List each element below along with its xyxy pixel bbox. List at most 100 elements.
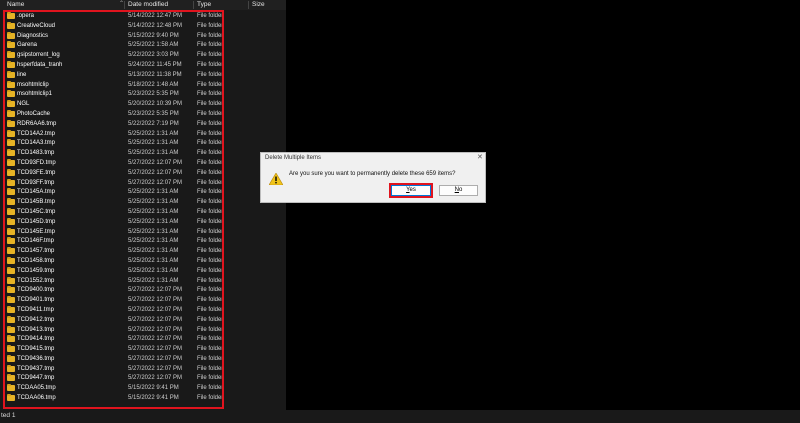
- status-text: ted 1: [1, 412, 16, 419]
- file-type: File folder: [197, 189, 224, 196]
- file-row[interactable]: PhotoCache 5/23/2022 5:35 PM File folder: [0, 109, 286, 119]
- file-type: File folder: [197, 336, 224, 343]
- file-type: File folder: [197, 257, 224, 264]
- file-row[interactable]: TCD9437.tmp 5/27/2022 12:07 PM File folder: [0, 364, 286, 374]
- folder-icon: [7, 188, 15, 196]
- file-row[interactable]: TCD93FF.tmp 5/27/2022 12:07 PM File folder: [0, 178, 286, 188]
- file-type: File folder: [197, 277, 224, 284]
- dialog-message: Are you sure you want to permanently del…: [289, 171, 456, 177]
- file-name: TCD9413.tmp: [17, 326, 55, 333]
- file-row[interactable]: Garena 5/25/2022 1:58 AM File folder: [0, 40, 286, 50]
- file-row[interactable]: TCD9415.tmp 5/27/2022 12:07 PM File folder: [0, 344, 286, 354]
- file-row[interactable]: TCD9401.tmp 5/27/2022 12:07 PM File folder: [0, 295, 286, 305]
- file-row[interactable]: gsipstorrent_log 5/22/2022 3:03 PM File fo…: [0, 50, 286, 60]
- file-row[interactable]: TCD145E.tmp 5/25/2022 1:31 AM File folder: [0, 227, 286, 237]
- file-type: File folder: [197, 375, 224, 382]
- file-name: TCD9436.tmp: [17, 355, 55, 362]
- file-name: NGL: [17, 101, 30, 108]
- yes-button[interactable]: Yes: [391, 185, 431, 196]
- column-divider[interactable]: [124, 1, 125, 9]
- file-row[interactable]: TCDAA06.tmp 5/15/2022 9:41 PM File folder: [0, 393, 286, 403]
- column-size-header[interactable]: Size: [252, 1, 265, 9]
- file-name: TCD146F.tmp: [17, 238, 55, 245]
- folder-icon: [7, 41, 15, 49]
- file-name: TCD93FD.tmp: [17, 159, 56, 166]
- yes-label: es: [409, 187, 416, 193]
- file-row[interactable]: TCD1458.tmp 5/25/2022 1:31 AM File folder: [0, 256, 286, 266]
- file-row[interactable]: TCD93FE.tmp 5/27/2022 12:07 PM File folder: [0, 168, 286, 178]
- file-row[interactable]: TCD1457.tmp 5/25/2022 1:31 AM File folder: [0, 246, 286, 256]
- file-name: TCD14A2.tmp: [17, 130, 56, 137]
- folder-icon: [7, 100, 15, 108]
- file-type: File folder: [197, 32, 224, 39]
- file-row[interactable]: TCD9436.tmp 5/27/2022 12:07 PM File folder: [0, 354, 286, 364]
- file-date: 5/25/2022 1:31 AM: [128, 267, 179, 274]
- file-row[interactable]: TCD1483.tmp 5/25/2022 1:31 AM File folder: [0, 148, 286, 158]
- column-type-header[interactable]: Type: [197, 1, 211, 9]
- file-row[interactable]: TCD14A2.tmp 5/25/2022 1:31 AM File folder: [0, 129, 286, 139]
- file-name: TCD145C.tmp: [17, 208, 56, 215]
- file-row[interactable]: TCD1552.tmp 5/25/2022 1:31 AM File folder: [0, 276, 286, 286]
- file-type: File folder: [197, 101, 224, 108]
- folder-icon: [7, 129, 15, 137]
- file-type: File folder: [197, 120, 224, 127]
- file-row[interactable]: TCD145C.tmp 5/25/2022 1:31 AM File folder: [0, 207, 286, 217]
- file-row[interactable]: TCD145A.tmp 5/25/2022 1:31 AM File folder: [0, 187, 286, 197]
- folder-icon: [7, 325, 15, 333]
- file-type: File folder: [197, 365, 224, 372]
- status-bar: ted 1: [0, 410, 800, 423]
- folder-icon: [7, 237, 15, 245]
- file-row[interactable]: TCD145B.tmp 5/25/2022 1:31 AM File folder: [0, 197, 286, 207]
- close-icon[interactable]: ✕: [477, 154, 483, 161]
- file-row[interactable]: TCD9411.tmp 5/27/2022 12:07 PM File folder: [0, 305, 286, 315]
- file-type: File folder: [197, 316, 224, 323]
- folder-icon: [7, 266, 15, 274]
- file-date: 5/25/2022 1:31 AM: [128, 228, 179, 235]
- file-type: File folder: [197, 91, 224, 98]
- file-row[interactable]: TCD9412.tmp 5/27/2022 12:07 PM File folder: [0, 315, 286, 325]
- file-date: 5/15/2022 9:41 PM: [128, 395, 179, 402]
- file-row[interactable]: TCD9400.tmp 5/27/2022 12:07 PM File folder: [0, 285, 286, 295]
- file-type: File folder: [197, 385, 224, 392]
- file-row[interactable]: CreativeCloud 5/14/2022 12:48 PM File fold…: [0, 21, 286, 31]
- file-name: msohtmlclip: [17, 81, 49, 88]
- file-row[interactable]: TCD145D.tmp 5/25/2022 1:31 AM File folder: [0, 217, 286, 227]
- file-type: File folder: [197, 306, 224, 313]
- file-name: TCDAA06.tmp: [17, 395, 56, 402]
- file-date: 5/27/2022 12:07 PM: [128, 179, 183, 186]
- file-type: File folder: [197, 110, 224, 117]
- file-row[interactable]: msohtmlclip 5/18/2022 1:48 AM File folder: [0, 80, 286, 90]
- folder-icon: [7, 315, 15, 323]
- warning-icon: [268, 172, 284, 187]
- file-name: RDR6AA6.tmp: [17, 120, 57, 127]
- file-row[interactable]: TCD1459.tmp 5/25/2022 1:31 AM File folder: [0, 266, 286, 276]
- no-button[interactable]: No: [439, 185, 478, 196]
- file-row[interactable]: line 5/13/2022 11:38 PM File folder: [0, 70, 286, 80]
- file-row[interactable]: TCD9414.tmp 5/27/2022 12:07 PM File folder: [0, 334, 286, 344]
- file-row[interactable]: TCD9447.tmp 5/27/2022 12:07 PM File folder: [0, 373, 286, 383]
- file-type: File folder: [197, 52, 224, 59]
- file-row[interactable]: msohtmlclip1 5/23/2022 5:35 PM File folder: [0, 89, 286, 99]
- file-row[interactable]: hsperfdata_tranh 5/24/2022 11:45 PM File f…: [0, 60, 286, 70]
- file-name: gsipstorrent_log: [17, 52, 60, 59]
- folder-icon: [7, 158, 15, 166]
- file-row[interactable]: RDR6AA6.tmp 5/22/2022 7:19 PM File folder: [0, 119, 286, 129]
- file-row[interactable]: TCD9413.tmp 5/27/2022 12:07 PM File folder: [0, 325, 286, 335]
- file-row[interactable]: .opera 5/14/2022 12:47 PM File folder: [0, 11, 286, 21]
- file-name: TCD93FF.tmp: [17, 179, 55, 186]
- file-type: File folder: [197, 169, 224, 176]
- file-row[interactable]: TCD14A3.tmp 5/25/2022 1:31 AM File folder: [0, 138, 286, 148]
- file-name: TCD93FE.tmp: [17, 169, 56, 176]
- column-divider[interactable]: [193, 1, 194, 9]
- file-row[interactable]: TCD93FD.tmp 5/27/2022 12:07 PM File folder: [0, 158, 286, 168]
- file-name: TCD9412.tmp: [17, 316, 55, 323]
- file-row[interactable]: NGL 5/20/2022 10:39 PM File folder: [0, 99, 286, 109]
- file-row[interactable]: Diagnostics 5/15/2022 9:40 PM File folder: [0, 31, 286, 41]
- column-date-header[interactable]: Date modified: [128, 1, 168, 9]
- file-type: File folder: [197, 238, 224, 245]
- file-row[interactable]: TCDAA05.tmp 5/15/2022 9:41 PM File folder: [0, 383, 286, 393]
- column-name-header[interactable]: Name: [7, 1, 24, 9]
- column-divider[interactable]: [248, 1, 249, 9]
- file-type: File folder: [197, 150, 224, 157]
- file-row[interactable]: TCD146F.tmp 5/25/2022 1:31 AM File folder: [0, 236, 286, 246]
